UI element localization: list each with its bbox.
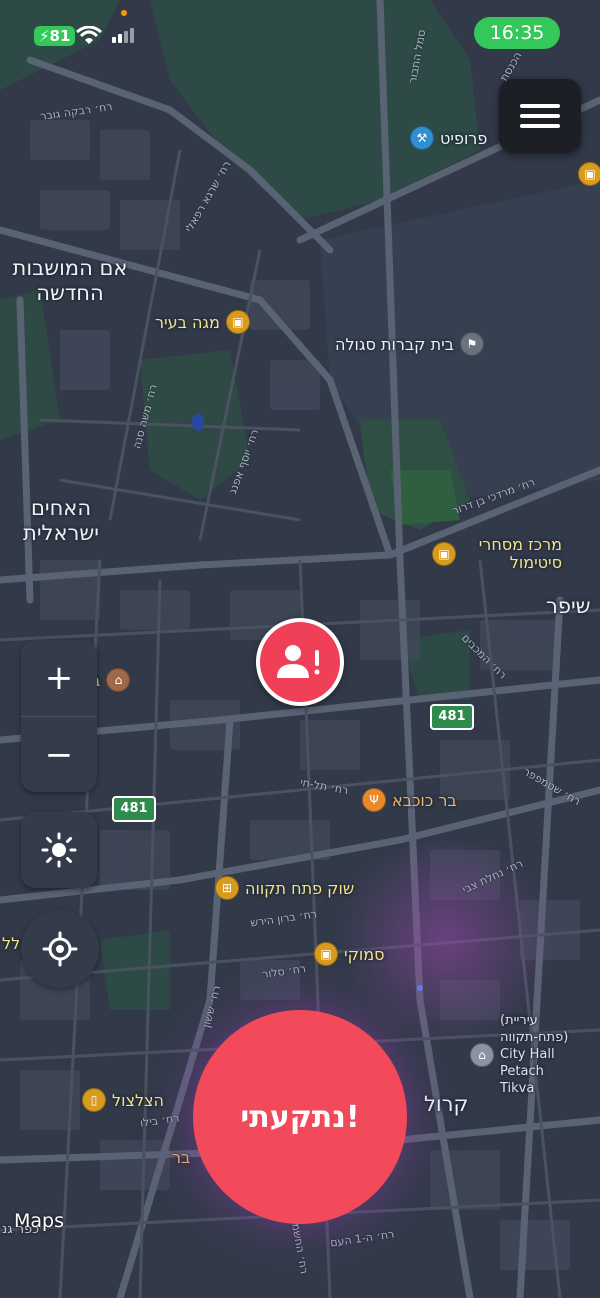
sun-icon — [41, 832, 77, 868]
zoom-out-button[interactable]: − — [21, 717, 97, 792]
poi-label: שוק פתח תקווה — [245, 878, 355, 898]
poi-label: בר כוכבא — [392, 790, 457, 810]
cellular-signal-icon — [112, 28, 134, 43]
wifi-icon — [76, 25, 102, 51]
crosshair-icon — [42, 931, 78, 967]
poi-shuk[interactable]: ⊞ שוק פתח תקווה — [215, 876, 354, 900]
area-label: האחים ישראלית — [23, 496, 99, 545]
attribution-text: Maps — [14, 1210, 64, 1232]
shopping-bag-icon: ▣ — [314, 942, 338, 966]
poi-label: בית קברות סגולה — [335, 334, 454, 354]
building-icon: ⌂ — [470, 1042, 494, 1067]
poi-smoki[interactable]: ▣ סמוקי — [314, 942, 385, 966]
app-root: רח׳ רבקה גובר רח׳ שרגא רפאלי רח׳ משה סנה… — [0, 0, 600, 1298]
status-bar: ⚡81 16:35 — [0, 0, 600, 70]
highway-shield: 481 — [430, 704, 474, 730]
zoom-in-button[interactable]: + — [21, 640, 97, 716]
poi-hatzalzul[interactable]: ▯ הצלצול — [82, 1088, 164, 1112]
area-label: שיפר — [546, 594, 591, 618]
stuck-button[interactable]: נתקעתי! — [193, 1010, 407, 1224]
poi-label: בר — [172, 1148, 191, 1167]
highway-shield: 481 — [112, 796, 156, 822]
privacy-indicator — [121, 10, 127, 16]
poi-profit[interactable]: ⚒ פרופיט — [410, 126, 487, 150]
poi-label: (עיריית פתח-תקווה) City Hall Petach Tikv… — [500, 1013, 569, 1096]
map-style-button[interactable] — [21, 812, 97, 888]
poi-label: סמוקי — [344, 944, 385, 964]
basket-icon: ⊞ — [215, 876, 239, 900]
poi-bar-kochva[interactable]: Ψ בר כוכבא — [362, 788, 457, 812]
shopping-bag-icon: ▣ — [578, 162, 600, 186]
phone-icon: ▯ — [82, 1088, 106, 1112]
user-alert-icon — [277, 645, 320, 678]
hamburger-icon — [520, 98, 560, 134]
menu-button[interactable] — [499, 79, 581, 153]
poi-mega[interactable]: מגה בעיר ▣ — [155, 310, 250, 334]
locate-me-button[interactable] — [21, 910, 99, 988]
user-alert-marker[interactable] — [256, 618, 344, 706]
shopping-bag-icon: ▣ — [432, 542, 456, 566]
poi-label: לל — [2, 934, 21, 953]
zoom-control: + − — [21, 640, 97, 792]
poi-cemetery[interactable]: בית קברות סגולה ⚑ — [335, 332, 484, 356]
poi-label: מגה בעיר — [155, 312, 220, 332]
poi-label: פרופיט — [440, 128, 488, 148]
museum-icon: ⌂ — [106, 668, 131, 692]
poi-city-hall[interactable]: ⌂ (עיריית פתח-תקווה) City Hall Petach Ti… — [470, 1012, 582, 1097]
poi-label: מרכז מסחרי סיטימול — [478, 535, 562, 572]
area-label: קרול — [424, 1092, 469, 1116]
clock-pill[interactable]: 16:35 — [474, 17, 560, 49]
poi-label: הצלצול — [112, 1090, 164, 1110]
cemetery-icon: ⚑ — [459, 332, 484, 356]
battery-level: 81 — [49, 27, 71, 45]
traffic-highlight — [330, 840, 560, 1040]
fork-knife-icon: Ψ — [362, 788, 386, 812]
dumbbell-icon: ⚒ — [410, 126, 434, 150]
shopping-bag-icon: ▣ — [225, 310, 250, 334]
area-label: אם המושבות החדשה — [12, 256, 128, 305]
maps-attribution[interactable]: Maps — [14, 1210, 64, 1232]
poi-sitimol[interactable]: ▣ מרכז מסחרי סיטימול — [432, 536, 562, 572]
battery-indicator: ⚡81 — [34, 26, 76, 46]
